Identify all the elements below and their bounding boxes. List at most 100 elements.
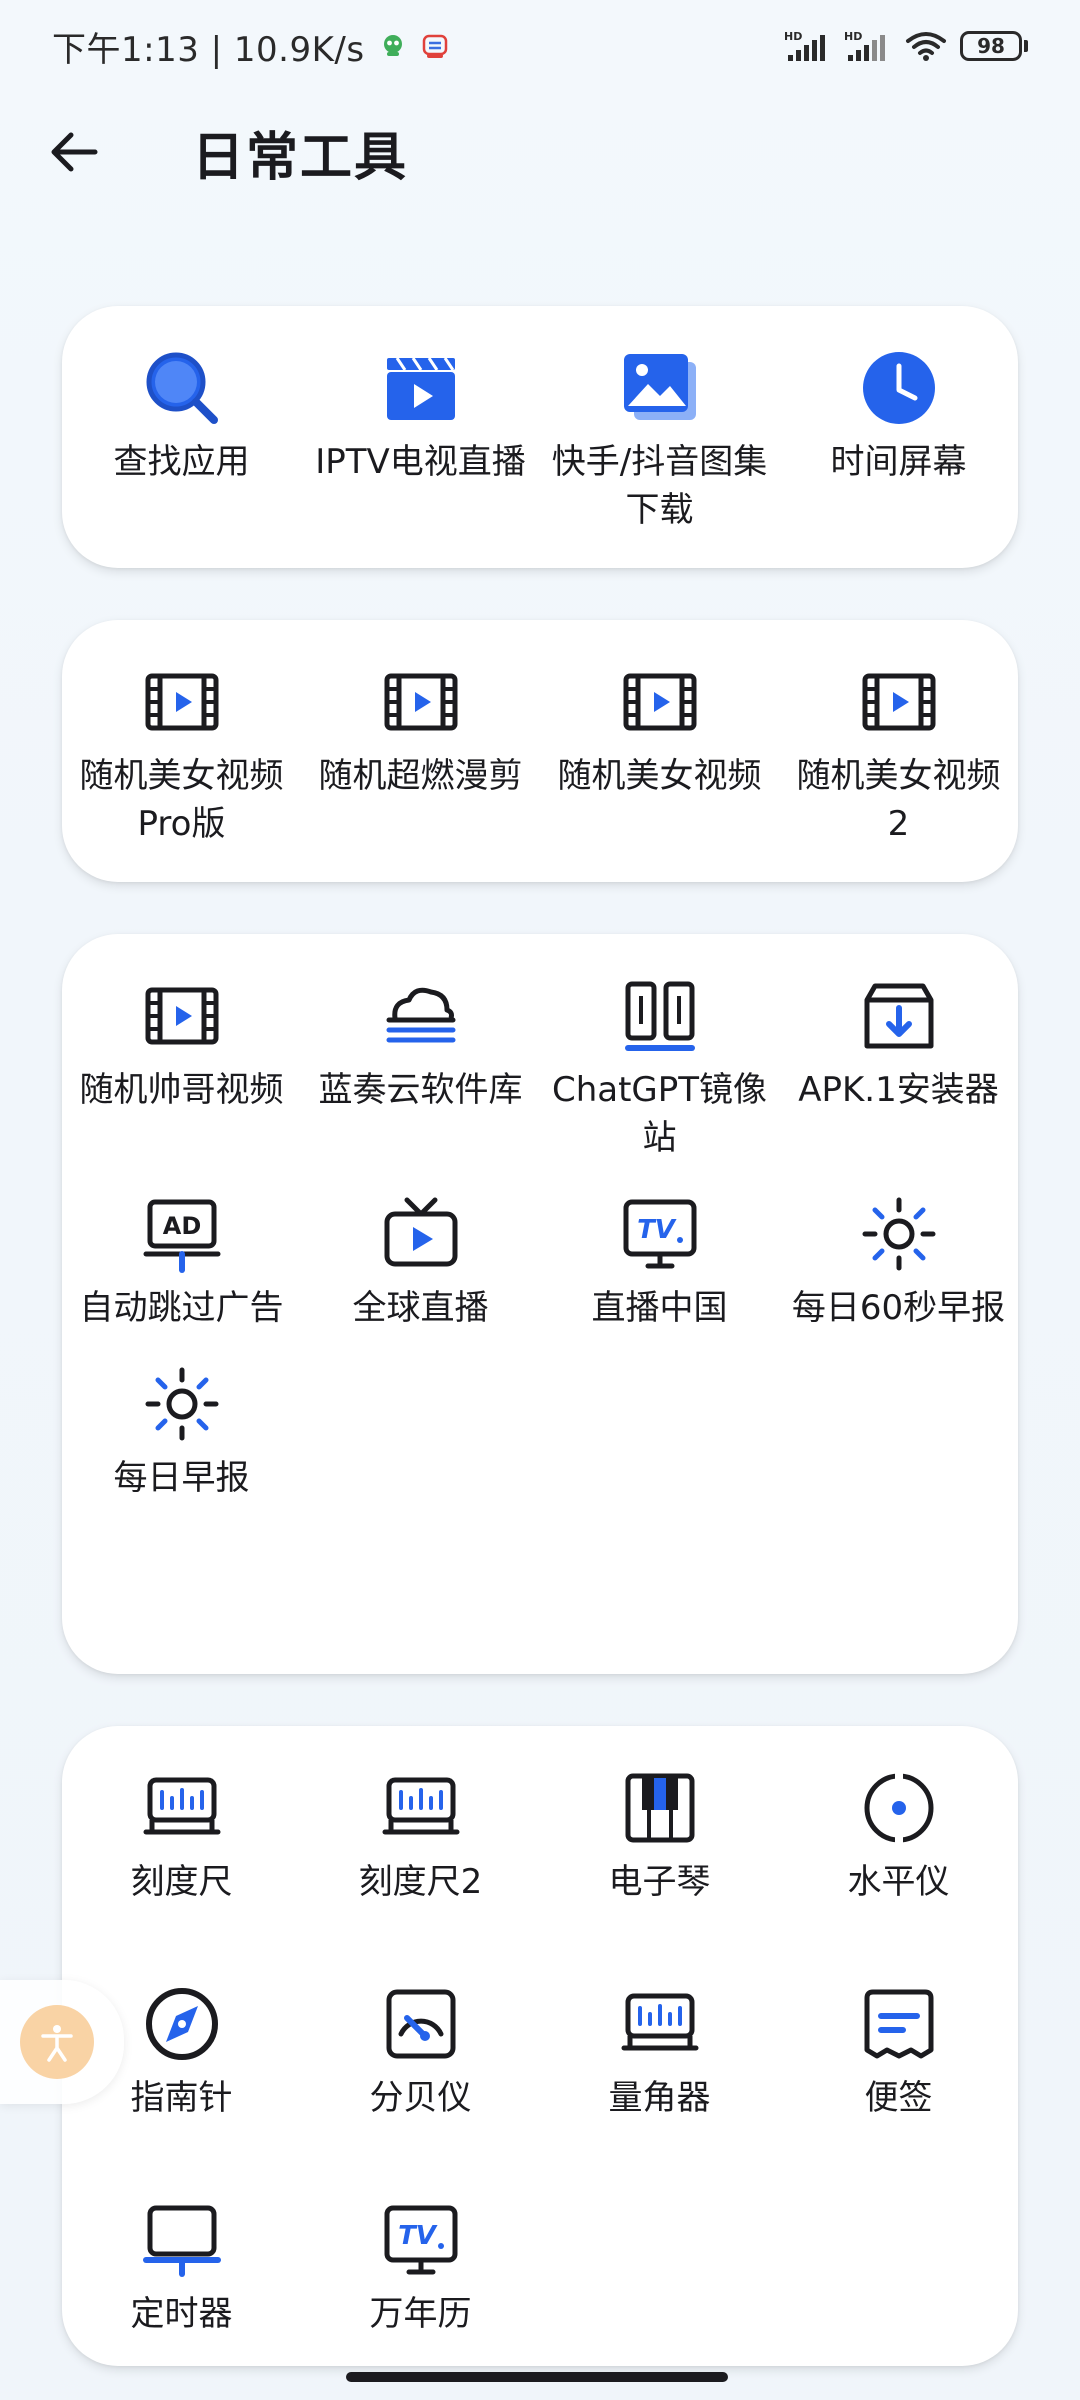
tool-skip-ads[interactable]: AD 自动跳过广告 — [62, 1192, 301, 1332]
tv-text-icon: TV — [379, 2198, 463, 2282]
tool-label: APK.1安装器 — [798, 1070, 999, 1110]
page-title: 日常工具 — [192, 127, 409, 188]
tool-timer[interactable]: 定时器 — [62, 2198, 301, 2374]
tool-sticky-note[interactable]: 便签 — [779, 1982, 1018, 2158]
tool-label: 随机美女视频Pro版 — [79, 756, 284, 844]
tool-label: 每日早报 — [113, 1458, 250, 1498]
tool-label: 时间屏幕 — [830, 442, 967, 482]
svg-text:HD: HD — [844, 30, 862, 43]
protractor-icon — [618, 1982, 702, 2066]
piano-icon — [618, 1766, 702, 1850]
tool-random-video-pro[interactable]: 随机美女视频Pro版 — [62, 660, 301, 848]
tool-label: 量角器 — [608, 2078, 711, 2118]
tool-piano[interactable]: 电子琴 — [540, 1766, 779, 1942]
film-icon — [379, 660, 463, 744]
floating-panel — [0, 1980, 124, 2104]
tool-label: 每日60秒早报 — [791, 1288, 1006, 1328]
clock-icon — [857, 346, 941, 430]
tool-label: 查找应用 — [113, 442, 250, 482]
split-panel-icon — [618, 974, 702, 1058]
home-indicator[interactable] — [346, 2372, 728, 2382]
signal-hd-2-icon: HD — [844, 30, 885, 61]
tool-label: 直播中国 — [591, 1288, 728, 1328]
level-icon — [857, 1766, 941, 1850]
tool-label: 随机美女视频2 — [796, 756, 1001, 844]
ruler-icon — [379, 1766, 463, 1850]
tool-label: 万年历 — [369, 2294, 472, 2334]
tool-decibel-meter[interactable]: 分贝仪 — [301, 1982, 540, 2158]
film-icon — [618, 660, 702, 744]
status-bar: 下午1:13 | 10.9K/s HD HD 98 — [0, 0, 1080, 92]
tool-global-live[interactable]: 全球直播 — [301, 1192, 540, 1332]
film-icon — [857, 660, 941, 744]
tool-label: 水平仪 — [847, 1862, 950, 1902]
svg-text:TV: TV — [398, 2221, 438, 2251]
tv-play-icon — [379, 1192, 463, 1276]
tool-label: IPTV电视直播 — [315, 442, 526, 482]
battery-level: 98 — [960, 31, 1022, 61]
monitor-icon — [140, 2198, 224, 2282]
download-box-icon — [857, 974, 941, 1058]
tool-apk-installer[interactable]: APK.1安装器 — [779, 974, 1018, 1162]
tool-daily-news[interactable]: 每日早报 — [62, 1362, 301, 1502]
tool-group-1: 查找应用 IPTV电视直播 快手/抖音图集下载 时间屏幕 — [62, 306, 1018, 568]
tool-random-anime-edit[interactable]: 随机超燃漫剪 — [301, 660, 540, 848]
tool-label: 随机帅哥视频 — [79, 1070, 284, 1110]
tool-gallery-download[interactable]: 快手/抖音图集下载 — [540, 346, 779, 534]
tool-random-male-video[interactable]: 随机帅哥视频 — [62, 974, 301, 1162]
tool-label: 刻度尺2 — [358, 1862, 483, 1902]
tool-label: 刻度尺 — [130, 1862, 233, 1902]
compass-icon — [140, 1982, 224, 2066]
ad-icon: AD — [140, 1192, 224, 1276]
alien-notification-icon — [383, 35, 402, 56]
tool-label: 电子琴 — [608, 1862, 711, 1902]
status-right: HD HD 98 — [784, 29, 1028, 63]
tool-label: 随机超燃漫剪 — [318, 756, 523, 796]
floating-accessibility-button[interactable] — [20, 2005, 94, 2079]
tool-label: 便签 — [864, 2078, 933, 2118]
wifi-icon — [906, 32, 946, 61]
status-time-speed: 下午1:13 | 10.9K/s — [52, 29, 365, 70]
tool-random-video-2[interactable]: 随机美女视频2 — [779, 660, 1018, 848]
tool-live-china[interactable]: TV 直播中国 — [540, 1192, 779, 1332]
tool-label: 全球直播 — [352, 1288, 489, 1328]
svg-text:HD: HD — [784, 30, 802, 43]
tool-iptv[interactable]: IPTV电视直播 — [301, 346, 540, 534]
signal-hd-icon: HD — [784, 30, 825, 61]
tool-label: 快手/抖音图集下载 — [551, 442, 768, 530]
film-icon — [140, 974, 224, 1058]
accessibility-icon — [41, 2025, 73, 2062]
tool-time-screen[interactable]: 时间屏幕 — [779, 346, 1018, 534]
header: 日常工具 — [0, 100, 1080, 204]
sun-icon — [857, 1192, 941, 1276]
tool-label: 随机美女视频 — [557, 756, 762, 796]
tool-perpetual-calendar[interactable]: TV 万年历 — [301, 2198, 540, 2374]
gallery-icon — [618, 346, 702, 430]
app-notification-icon — [422, 34, 447, 58]
tool-protractor[interactable]: 量角器 — [540, 1982, 779, 2158]
clapperboard-icon — [379, 346, 463, 430]
tool-find-app[interactable]: 查找应用 — [62, 346, 301, 534]
tool-label: ChatGPT镜像站 — [551, 1070, 768, 1158]
film-icon — [140, 660, 224, 744]
tool-group-2: 随机美女视频Pro版 随机超燃漫剪 随机美女视频 随机美女视频2 — [62, 620, 1018, 882]
tool-ruler-2[interactable]: 刻度尺2 — [301, 1766, 540, 1942]
battery-indicator: 98 — [960, 31, 1028, 61]
tool-level[interactable]: 水平仪 — [779, 1766, 1018, 1942]
tool-random-video[interactable]: 随机美女视频 — [540, 660, 779, 848]
sun-icon — [140, 1362, 224, 1446]
status-left: 下午1:13 | 10.9K/s — [52, 22, 449, 71]
tool-ruler[interactable]: 刻度尺 — [62, 1766, 301, 1942]
back-button[interactable] — [44, 122, 104, 182]
tool-group-4: 刻度尺 刻度尺2 电子琴 水平仪 指南针 分贝仪 量角器 便签 定时器 TV 万… — [62, 1726, 1018, 2366]
cloud-icon — [379, 974, 463, 1058]
ruler-icon — [140, 1766, 224, 1850]
tool-label: 蓝奏云软件库 — [318, 1070, 523, 1110]
tool-chatgpt-mirror[interactable]: ChatGPT镜像站 — [540, 974, 779, 1162]
tool-label: 分贝仪 — [369, 2078, 472, 2118]
tool-lanzou-library[interactable]: 蓝奏云软件库 — [301, 974, 540, 1162]
tool-daily-60s[interactable]: 每日60秒早报 — [779, 1192, 1018, 1332]
svg-text:TV: TV — [637, 1215, 677, 1245]
tv-text-icon: TV — [618, 1192, 702, 1276]
note-icon — [857, 1982, 941, 2066]
